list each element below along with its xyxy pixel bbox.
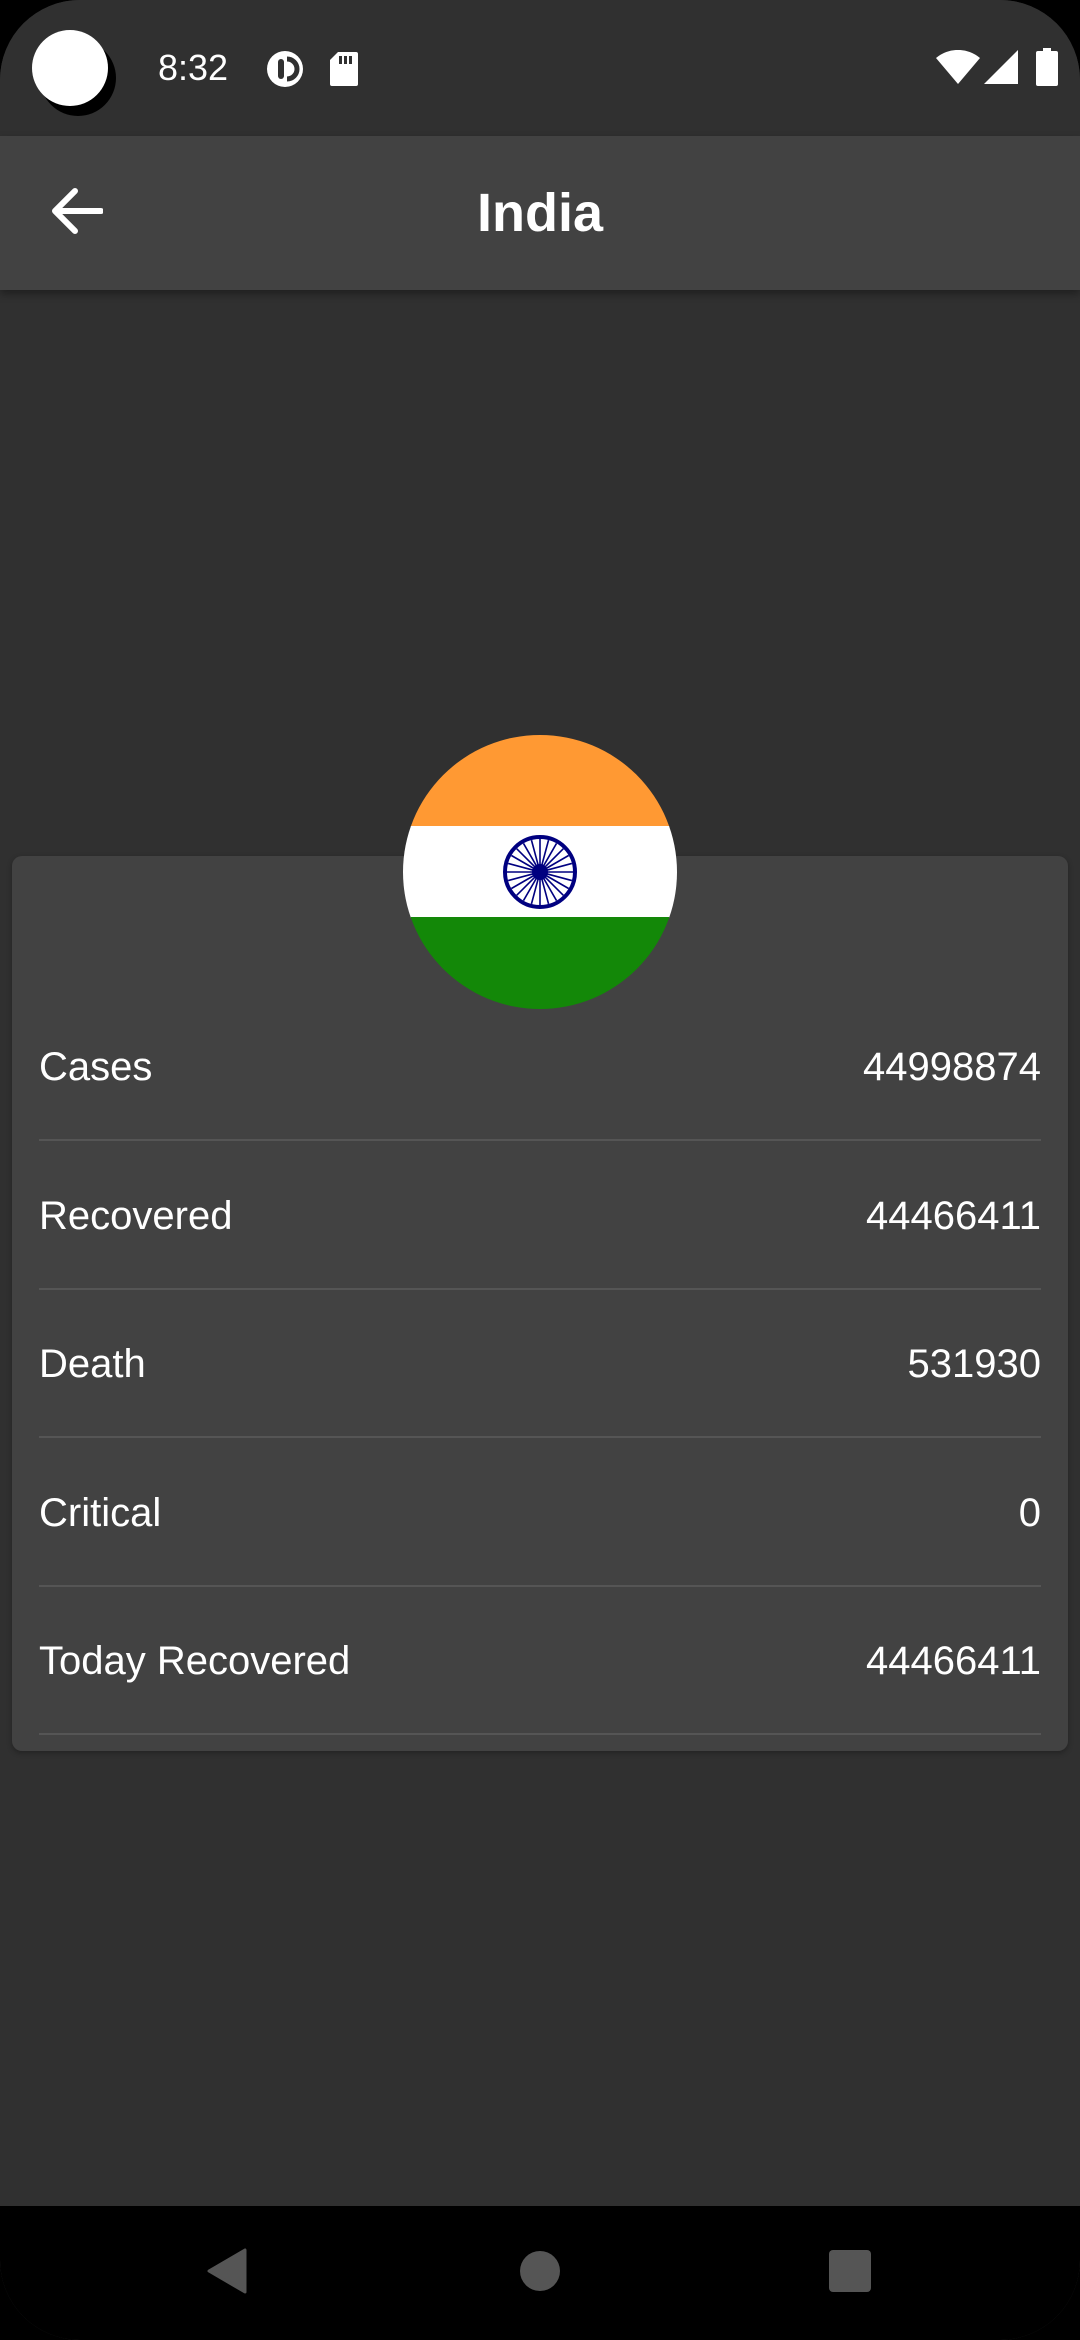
status-bar: 8:32: [0, 0, 1080, 136]
sd-card-icon: [330, 52, 358, 91]
nav-recents-button[interactable]: [790, 2206, 910, 2340]
stat-row-cases: Cases 44998874: [39, 993, 1041, 1141]
app-bar: India: [0, 136, 1080, 290]
back-button[interactable]: [36, 172, 118, 254]
stat-label: Today Recovered: [39, 1639, 351, 1683]
recents-square-icon: [829, 2249, 871, 2297]
cellular-signal-icon: [984, 50, 1018, 89]
stat-row-critical: Critical 0: [39, 1439, 1041, 1587]
page-title: India: [476, 183, 603, 243]
phone-screen: 8:32 India Cases 44998874 Recovered 4446…: [0, 0, 1080, 2340]
data-saver-icon: [266, 50, 304, 93]
arrow-back-icon: [51, 187, 104, 240]
status-time: 8:32: [158, 47, 229, 88]
stat-label: Critical: [39, 1491, 162, 1535]
india-flag-icon: [403, 735, 677, 1009]
stat-label: Recovered: [39, 1194, 233, 1238]
navigation-bar: [0, 2206, 1080, 2340]
nav-home-button[interactable]: [480, 2206, 600, 2340]
stat-value: 531930: [907, 1342, 1041, 1386]
stat-label: Death: [39, 1342, 146, 1386]
nav-back-button[interactable]: [166, 2206, 286, 2340]
stat-row-death: Death 531930: [39, 1290, 1041, 1438]
stat-row-today-recovered: Today Recovered 44466411: [39, 1587, 1041, 1735]
stat-value: 44466411: [866, 1194, 1041, 1238]
stat-value: 44466411: [866, 1639, 1041, 1683]
camera-cutout: [32, 30, 108, 106]
wifi-icon: [936, 49, 980, 89]
stat-row-recovered: Recovered 44466411: [39, 1142, 1041, 1290]
back-triangle-icon: [205, 2248, 247, 2299]
home-circle-icon: [519, 2250, 561, 2297]
country-flag: [403, 735, 677, 1009]
stat-label: Cases: [39, 1045, 153, 1089]
battery-icon: [1036, 48, 1058, 91]
stat-value: 44998874: [863, 1045, 1041, 1089]
stat-value: 0: [1018, 1491, 1041, 1535]
